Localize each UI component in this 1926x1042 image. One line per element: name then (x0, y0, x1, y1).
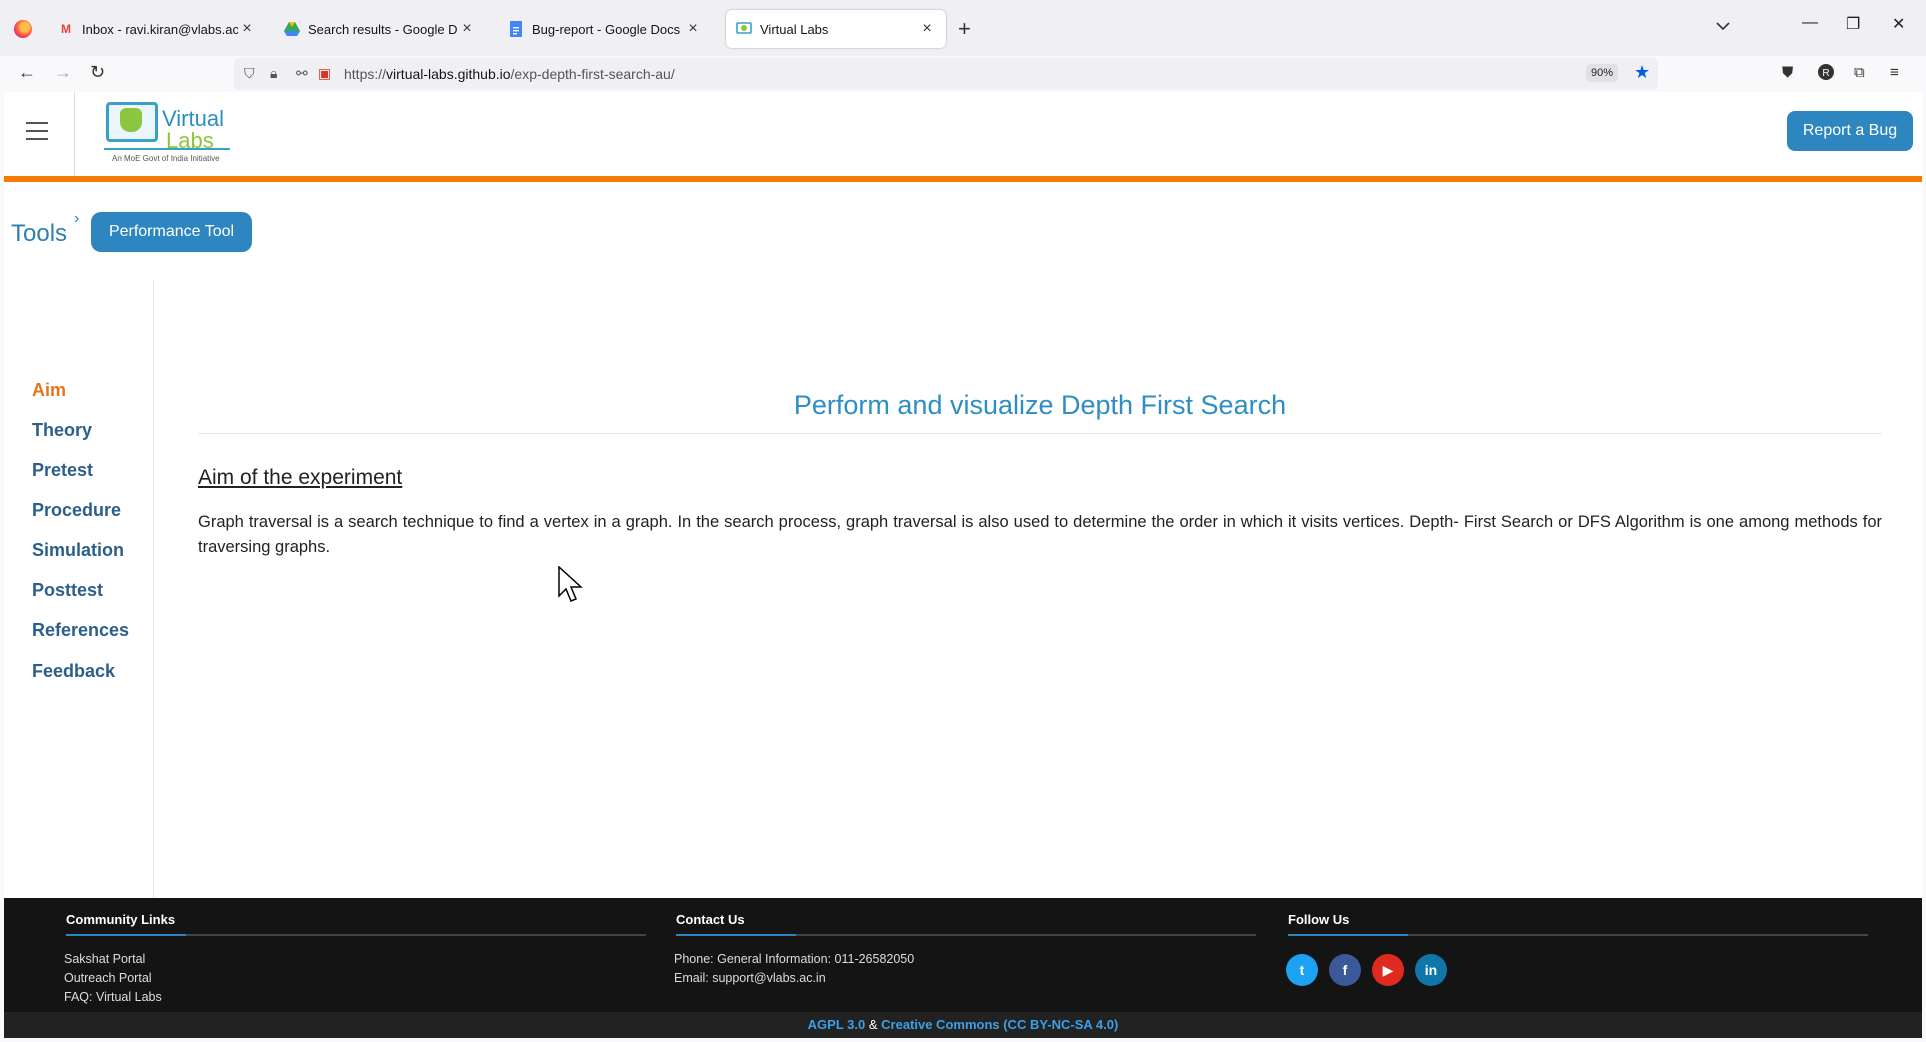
footer-heading: Community Links (66, 912, 176, 927)
site-footer: Community Links Sakshat Portal Outreach … (4, 898, 1922, 1038)
restore-icon[interactable]: ❐ (1846, 14, 1860, 34)
web-page: Virtual Labs An MoE Govt of India Initia… (4, 92, 1922, 1038)
sidebar-item-procedure[interactable]: Procedure (32, 500, 121, 521)
google-docs-icon (508, 21, 524, 37)
footer-link-sakshat[interactable]: Sakshat Portal (64, 952, 145, 966)
sidebar-item-references[interactable]: References (32, 620, 129, 641)
header-accent-bar (4, 176, 1922, 182)
site-header: Virtual Labs An MoE Govt of India Initia… (4, 92, 1922, 176)
sidebar-item-aim[interactable]: Aim (32, 380, 66, 401)
minimize-icon[interactable]: — (1802, 14, 1818, 32)
sidebar-item-pretest[interactable]: Pretest (32, 460, 93, 481)
sidebar-item-theory[interactable]: Theory (32, 420, 92, 441)
navigation-toolbar: ← → ↻ ⛉ 🔒︎ ⚯ ▣ https://virtual-labs.gith… (0, 56, 1926, 92)
virtual-labs-icon (736, 21, 752, 37)
license-bar: AGPL 3.0 & Creative Commons (CC BY-NC-SA… (4, 1012, 1922, 1038)
chevron-right-icon: › (74, 210, 80, 227)
close-tab-icon[interactable]: × (684, 20, 702, 38)
autoplay-blocked-icon[interactable]: ▣ (318, 65, 331, 82)
tab-title: Bug-report - Google Docs (532, 21, 681, 37)
license-agpl-link[interactable]: AGPL 3.0 (808, 1017, 866, 1032)
gmail-icon: M (61, 22, 71, 36)
tab-virtual-labs[interactable]: Virtual Labs × (726, 10, 946, 48)
sidebar-item-feedback[interactable]: Feedback (32, 661, 115, 682)
svg-text:R: R (1822, 68, 1829, 79)
page-title: Perform and visualize Depth First Search (793, 390, 1287, 420)
browser-window: M Inbox - ravi.kiran@vlabs.ac.in - × Sea… (0, 0, 1926, 1042)
list-all-tabs-icon[interactable] (1716, 18, 1730, 34)
back-icon[interactable]: ← (18, 62, 36, 83)
license-cc-link[interactable]: Creative Commons (CC BY-NC-SA 4.0) (881, 1017, 1118, 1032)
url-text[interactable]: https://virtual-labs.github.io/exp-depth… (344, 66, 675, 82)
footer-underline (66, 934, 646, 936)
permissions-icon[interactable]: ⚯ (296, 65, 308, 82)
section-heading: Aim of the experiment (198, 466, 403, 489)
report-bug-button[interactable]: Report a Bug (1787, 111, 1913, 151)
contact-phone: Phone: General Information: 011-26582050 (674, 952, 915, 966)
pocket-icon[interactable]: ⛊ (1782, 64, 1793, 81)
youtube-icon[interactable]: ▶ (1372, 954, 1404, 986)
hamburger-menu-icon[interactable] (26, 122, 48, 146)
google-drive-icon (284, 21, 300, 37)
tab-title: Inbox - ravi.kiran@vlabs.ac.in - (82, 21, 238, 37)
tab-strip: M Inbox - ravi.kiran@vlabs.ac.in - × Sea… (0, 0, 1926, 56)
zoom-level[interactable]: 90% (1586, 64, 1619, 82)
footer-heading: Contact Us (676, 912, 745, 927)
close-tab-icon[interactable]: × (918, 20, 936, 38)
footer-heading: Follow Us (1288, 912, 1350, 927)
mouse-cursor-icon (558, 565, 584, 609)
menu-icon[interactable]: ≡ (1890, 64, 1899, 81)
tab-google-docs[interactable]: Bug-report - Google Docs × (498, 10, 712, 48)
forward-icon[interactable]: → (54, 62, 72, 83)
close-tab-icon[interactable]: × (458, 20, 476, 38)
linkedin-icon[interactable]: in (1415, 954, 1447, 986)
flask-graphic (120, 108, 142, 132)
license-separator: & (868, 1017, 878, 1032)
logo-baseline (104, 148, 230, 150)
breadcrumb-tools[interactable]: Tools (11, 220, 67, 248)
footer-underline (1288, 934, 1868, 936)
sidebar-item-posttest[interactable]: Posttest (32, 580, 103, 601)
new-tab-icon[interactable]: + (958, 16, 971, 42)
firefox-icon[interactable] (14, 20, 32, 38)
footer-link-faq[interactable]: FAQ: Virtual Labs (64, 990, 162, 1004)
close-window-icon[interactable]: ✕ (1892, 14, 1905, 34)
header-divider (74, 92, 75, 176)
bookmark-star-icon[interactable]: ★ (1634, 62, 1650, 83)
extensions-icon[interactable]: ⧉ (1854, 64, 1865, 81)
footer-underline (676, 934, 1256, 936)
tab-title: Virtual Labs (760, 21, 829, 37)
aim-paragraph: Graph traversal is a search technique to… (198, 513, 1882, 556)
tab-gmail[interactable]: M Inbox - ravi.kiran@vlabs.ac.in - × (48, 10, 266, 48)
logo-text-labs: Labs (166, 128, 214, 153)
logo-tagline: An MoE Govt of India Initiative (112, 154, 220, 163)
lock-icon[interactable]: 🔒︎ (270, 65, 277, 82)
reload-icon[interactable]: ↻ (90, 62, 105, 83)
title-divider (198, 433, 1882, 434)
contact-email[interactable]: Email: support@vlabs.ac.in (674, 971, 826, 985)
account-icon[interactable]: R (1818, 64, 1834, 84)
url-bar[interactable]: ⛉ 🔒︎ ⚯ ▣ https://virtual-labs.github.io/… (234, 58, 1658, 90)
close-tab-icon[interactable]: × (238, 20, 256, 38)
tab-title: Search results - Google Drive (308, 21, 458, 37)
experiment-sidebar: Aim Theory Pretest Procedure Simulation … (4, 280, 154, 988)
tab-google-drive[interactable]: Search results - Google Drive × (274, 10, 486, 48)
virtual-labs-logo[interactable]: Virtual Labs An MoE Govt of India Initia… (104, 98, 234, 170)
sidebar-item-simulation[interactable]: Simulation (32, 540, 124, 561)
performance-tool-button[interactable]: Performance Tool (91, 212, 252, 252)
shield-icon[interactable]: ⛉ (244, 65, 255, 82)
facebook-icon[interactable]: f (1329, 954, 1361, 986)
footer-link-outreach[interactable]: Outreach Portal (64, 971, 152, 985)
twitter-icon[interactable]: t (1286, 954, 1318, 986)
